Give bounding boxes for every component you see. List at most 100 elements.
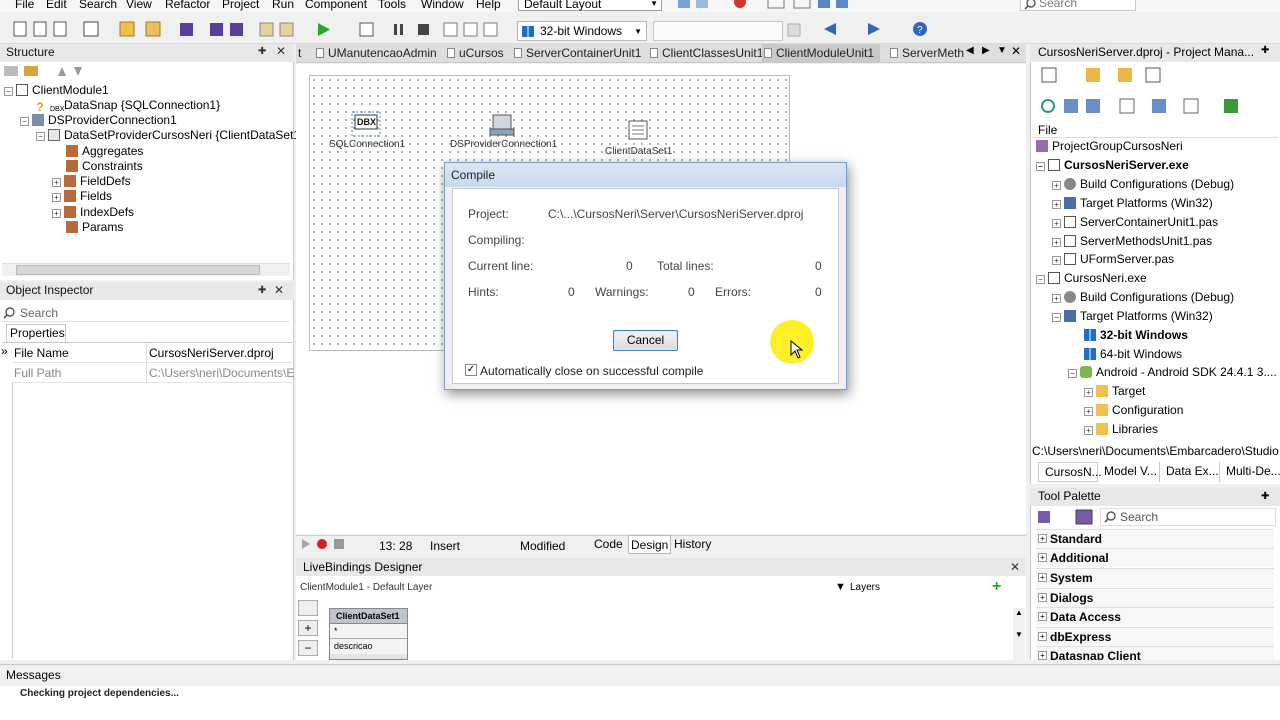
tree-item-clientmodule[interactable]: − ClientModule1 [4, 83, 109, 97]
expand-icon[interactable]: + [1084, 407, 1093, 416]
layout-combo[interactable]: Default Layout ▼ [518, 0, 662, 11]
menu-window[interactable]: Window [421, 0, 464, 11]
menu-tools[interactable]: Tools [378, 0, 406, 11]
close-icon[interactable]: ✕ [1011, 44, 1021, 58]
collapse-icon[interactable]: − [1068, 369, 1077, 378]
tab-list-icon[interactable]: ▼ [997, 45, 1007, 56]
tab-umanutencaoadmin[interactable]: UManutencaoAdmin [314, 44, 437, 63]
tab-code[interactable]: Code [592, 535, 625, 554]
platform-android[interactable]: − Android - Android SDK 24.4.1 3.... [1068, 365, 1277, 379]
tab-project[interactable]: CursosN... [1038, 462, 1102, 482]
tree-item-constraints[interactable]: Constraints [66, 159, 143, 173]
palette-category-dialogs[interactable]: + Dialogs [1036, 588, 1274, 607]
expand-icon[interactable]: + [1052, 200, 1061, 209]
collapse-icon[interactable]: − [4, 87, 13, 96]
expand-icon[interactable]: + [1052, 256, 1061, 265]
expand-icon[interactable]: + [1052, 219, 1061, 228]
expand-icon[interactable]: + [52, 209, 61, 218]
expand-icon[interactable]: + [1038, 573, 1047, 582]
expand-icon[interactable]: + [1038, 553, 1047, 562]
expand-icon[interactable]: + [1038, 612, 1047, 621]
menu-run[interactable]: Run [272, 0, 294, 11]
close-icon[interactable]: ✕ [274, 283, 284, 297]
tree-item-dsproviderconnection[interactable]: − DSProviderConnection1 [20, 113, 177, 127]
expand-icon[interactable]: + [1052, 294, 1061, 303]
expand-icon[interactable]: + [52, 193, 61, 202]
menu-refactor[interactable]: Refactor [165, 0, 210, 11]
tree-item-indexdefs[interactable]: + IndexDefs [52, 205, 134, 219]
dsproviderconnection-component[interactable] [488, 112, 516, 140]
tab-properties[interactable]: Properties [6, 324, 66, 342]
palette-category-standard[interactable]: + Standard [1036, 529, 1274, 548]
menu-project[interactable]: Project [222, 0, 259, 11]
tree-item-params[interactable]: Params [66, 220, 123, 234]
zoom-out-icon[interactable]: − [298, 640, 318, 656]
expand-icon[interactable]: + [1084, 426, 1093, 435]
tab-model-view[interactable]: Model V... [1098, 462, 1160, 482]
scrollbar-thumb[interactable] [16, 265, 260, 275]
tab-servercontainerunit1[interactable]: ServerContainerUnit1 [512, 44, 641, 63]
binding-node[interactable]: ClientDataSet1 * descricao [329, 608, 408, 660]
project-cursosneri[interactable]: − CursosNeri.exe [1036, 271, 1147, 285]
tab-clientclassesunit1[interactable]: ClientClassesUnit1 [648, 44, 763, 63]
add-icon[interactable]: + [992, 578, 1001, 596]
tab-data-explorer[interactable]: Data Ex... [1160, 462, 1220, 482]
expand-icon[interactable]: + [1038, 651, 1047, 660]
menu-view[interactable]: View [126, 0, 152, 11]
expand-icon[interactable]: + [1052, 181, 1061, 190]
pin-icon[interactable]: ✚ [1261, 45, 1269, 56]
expand-icon[interactable]: + [1084, 388, 1093, 397]
expand-icon[interactable]: + [52, 178, 61, 187]
collapse-icon[interactable]: − [1052, 313, 1061, 322]
close-icon[interactable]: ✕ [1010, 560, 1020, 574]
platform-64bit-windows[interactable]: 64-bit Windows [1084, 347, 1182, 361]
scroll-down-icon[interactable]: ▼ [1015, 630, 1023, 639]
sqlconnection-component[interactable]: DBX [351, 110, 381, 138]
tab-scroll-left-icon[interactable]: ◀ [966, 45, 974, 56]
livebindings-vscrollbar[interactable]: ▲ ▼ [1013, 608, 1025, 660]
pin-icon[interactable]: ✚ [1261, 488, 1269, 505]
palette-category-additional[interactable]: + Additional [1036, 548, 1274, 567]
auto-close-checkbox[interactable]: ✓ [465, 364, 477, 376]
object-inspector-search[interactable]: Search [2, 304, 290, 322]
collapse-icon[interactable]: − [1036, 162, 1045, 171]
folder-configuration[interactable]: + Configuration [1084, 403, 1183, 417]
platform-32bit-windows[interactable]: 32-bit Windows [1084, 328, 1188, 342]
zoom-fit-icon[interactable] [298, 600, 318, 616]
close-icon[interactable]: ✕ [276, 44, 286, 58]
tab-servermeth[interactable]: ServerMeth [888, 44, 964, 63]
tree-item-fields[interactable]: + Fields [52, 189, 112, 203]
file-servercontainerunit1[interactable]: + ServerContainerUnit1.pas [1052, 215, 1218, 229]
collapse-icon[interactable]: − [36, 132, 45, 141]
expand-icon[interactable]: + [1038, 632, 1047, 641]
tree-item-fielddefs[interactable]: + FieldDefs [52, 174, 131, 188]
pin-icon[interactable]: ✚ [258, 285, 266, 296]
menu-help[interactable]: Help [476, 0, 501, 11]
expand-icon[interactable]: + [1052, 238, 1061, 247]
target-platforms[interactable]: − Target Platforms (Win32) [1052, 309, 1213, 323]
collapse-icon[interactable]: − [1036, 275, 1045, 284]
clientdataset-component[interactable] [625, 118, 653, 146]
property-row[interactable]: File Name CursosNeriServer.dproj [12, 343, 292, 363]
tab-design[interactable]: Design [628, 535, 672, 554]
palette-category-data-access[interactable]: + Data Access [1036, 607, 1274, 626]
tab-clientmoduleunit1[interactable]: ClientModuleUnit1 [762, 44, 880, 63]
menu-file[interactable]: File [15, 0, 34, 11]
scroll-up-icon[interactable]: ▲ [1015, 608, 1023, 617]
project-group[interactable]: ProjectGroupCursosNeri [1036, 139, 1183, 153]
collapse-icon[interactable]: − [20, 117, 29, 126]
expand-icon[interactable]: + [1038, 534, 1047, 543]
folder-target[interactable]: + Target [1084, 384, 1145, 398]
top-search-input[interactable]: Search [1020, 0, 1136, 11]
expand-icon[interactable]: + [1038, 593, 1047, 602]
tab-truncated[interactable]: t [296, 44, 301, 63]
tool-palette-search[interactable]: Search [1100, 508, 1276, 526]
structure-hscrollbar[interactable] [2, 263, 290, 276]
project-cursosneriserver[interactable]: − CursosNeriServer.exe [1036, 158, 1189, 172]
target-platforms[interactable]: + Target Platforms (Win32) [1052, 196, 1213, 210]
tree-item-aggregates[interactable]: Aggregates [66, 144, 143, 158]
platform-combo[interactable]: 32-bit Windows ▼ [517, 21, 647, 41]
menu-search[interactable]: Search [79, 0, 117, 11]
filter-icon[interactable]: ▼ [835, 581, 846, 593]
cancel-button[interactable]: Cancel [613, 330, 678, 351]
